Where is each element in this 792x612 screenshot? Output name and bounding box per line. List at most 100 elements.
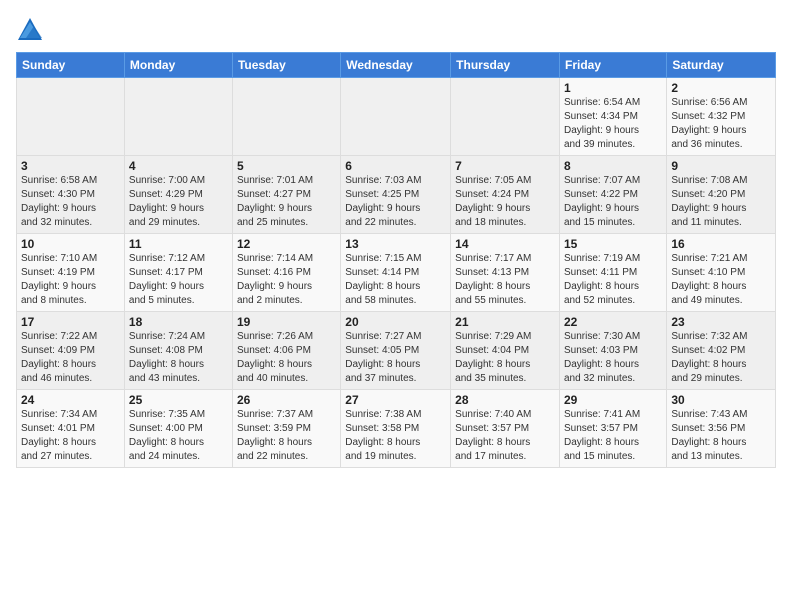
calendar-header-friday: Friday — [560, 53, 667, 78]
day-info: Sunrise: 7:26 AM Sunset: 4:06 PM Dayligh… — [237, 330, 336, 386]
calendar-table: SundayMondayTuesdayWednesdayThursdayFrid… — [16, 52, 776, 468]
day-number: 8 — [564, 159, 662, 173]
day-number: 24 — [21, 393, 120, 407]
calendar-cell: 8Sunrise: 7:07 AM Sunset: 4:22 PM Daylig… — [560, 156, 667, 234]
calendar-cell: 29Sunrise: 7:41 AM Sunset: 3:57 PM Dayli… — [560, 390, 667, 468]
calendar-header-thursday: Thursday — [451, 53, 560, 78]
day-info: Sunrise: 7:05 AM Sunset: 4:24 PM Dayligh… — [455, 174, 555, 230]
calendar-week-row: 10Sunrise: 7:10 AM Sunset: 4:19 PM Dayli… — [17, 234, 776, 312]
calendar-week-row: 17Sunrise: 7:22 AM Sunset: 4:09 PM Dayli… — [17, 312, 776, 390]
day-info: Sunrise: 7:30 AM Sunset: 4:03 PM Dayligh… — [564, 330, 662, 386]
day-info: Sunrise: 7:24 AM Sunset: 4:08 PM Dayligh… — [129, 330, 228, 386]
day-number: 10 — [21, 237, 120, 251]
day-number: 23 — [671, 315, 771, 329]
calendar-cell: 13Sunrise: 7:15 AM Sunset: 4:14 PM Dayli… — [341, 234, 451, 312]
calendar-cell: 22Sunrise: 7:30 AM Sunset: 4:03 PM Dayli… — [560, 312, 667, 390]
calendar-cell: 18Sunrise: 7:24 AM Sunset: 4:08 PM Dayli… — [124, 312, 232, 390]
day-info: Sunrise: 7:35 AM Sunset: 4:00 PM Dayligh… — [129, 408, 228, 464]
calendar-cell: 11Sunrise: 7:12 AM Sunset: 4:17 PM Dayli… — [124, 234, 232, 312]
calendar-cell — [341, 78, 451, 156]
calendar-cell — [451, 78, 560, 156]
day-number: 3 — [21, 159, 120, 173]
day-info: Sunrise: 7:17 AM Sunset: 4:13 PM Dayligh… — [455, 252, 555, 308]
calendar-cell: 7Sunrise: 7:05 AM Sunset: 4:24 PM Daylig… — [451, 156, 560, 234]
day-info: Sunrise: 7:27 AM Sunset: 4:05 PM Dayligh… — [345, 330, 446, 386]
day-number: 22 — [564, 315, 662, 329]
calendar-cell: 28Sunrise: 7:40 AM Sunset: 3:57 PM Dayli… — [451, 390, 560, 468]
calendar-header-saturday: Saturday — [667, 53, 776, 78]
day-info: Sunrise: 7:19 AM Sunset: 4:11 PM Dayligh… — [564, 252, 662, 308]
calendar-cell: 20Sunrise: 7:27 AM Sunset: 4:05 PM Dayli… — [341, 312, 451, 390]
day-info: Sunrise: 6:54 AM Sunset: 4:34 PM Dayligh… — [564, 96, 662, 152]
calendar-cell: 25Sunrise: 7:35 AM Sunset: 4:00 PM Dayli… — [124, 390, 232, 468]
day-number: 16 — [671, 237, 771, 251]
calendar-header-sunday: Sunday — [17, 53, 125, 78]
calendar-cell: 12Sunrise: 7:14 AM Sunset: 4:16 PM Dayli… — [232, 234, 340, 312]
calendar-cell — [232, 78, 340, 156]
day-number: 12 — [237, 237, 336, 251]
calendar-header-tuesday: Tuesday — [232, 53, 340, 78]
day-info: Sunrise: 7:41 AM Sunset: 3:57 PM Dayligh… — [564, 408, 662, 464]
day-number: 2 — [671, 81, 771, 95]
day-info: Sunrise: 7:21 AM Sunset: 4:10 PM Dayligh… — [671, 252, 771, 308]
calendar-header-wednesday: Wednesday — [341, 53, 451, 78]
calendar-cell: 14Sunrise: 7:17 AM Sunset: 4:13 PM Dayli… — [451, 234, 560, 312]
calendar-cell: 30Sunrise: 7:43 AM Sunset: 3:56 PM Dayli… — [667, 390, 776, 468]
day-info: Sunrise: 7:12 AM Sunset: 4:17 PM Dayligh… — [129, 252, 228, 308]
calendar-cell: 9Sunrise: 7:08 AM Sunset: 4:20 PM Daylig… — [667, 156, 776, 234]
day-number: 14 — [455, 237, 555, 251]
day-info: Sunrise: 7:32 AM Sunset: 4:02 PM Dayligh… — [671, 330, 771, 386]
day-number: 1 — [564, 81, 662, 95]
calendar-cell: 1Sunrise: 6:54 AM Sunset: 4:34 PM Daylig… — [560, 78, 667, 156]
day-info: Sunrise: 7:10 AM Sunset: 4:19 PM Dayligh… — [21, 252, 120, 308]
page: SundayMondayTuesdayWednesdayThursdayFrid… — [0, 0, 792, 612]
calendar-week-row: 1Sunrise: 6:54 AM Sunset: 4:34 PM Daylig… — [17, 78, 776, 156]
day-number: 26 — [237, 393, 336, 407]
logo-icon — [16, 16, 44, 44]
day-number: 21 — [455, 315, 555, 329]
calendar-cell: 6Sunrise: 7:03 AM Sunset: 4:25 PM Daylig… — [341, 156, 451, 234]
day-info: Sunrise: 7:03 AM Sunset: 4:25 PM Dayligh… — [345, 174, 446, 230]
calendar-cell: 27Sunrise: 7:38 AM Sunset: 3:58 PM Dayli… — [341, 390, 451, 468]
calendar-cell: 24Sunrise: 7:34 AM Sunset: 4:01 PM Dayli… — [17, 390, 125, 468]
day-info: Sunrise: 7:43 AM Sunset: 3:56 PM Dayligh… — [671, 408, 771, 464]
day-info: Sunrise: 7:00 AM Sunset: 4:29 PM Dayligh… — [129, 174, 228, 230]
day-info: Sunrise: 6:58 AM Sunset: 4:30 PM Dayligh… — [21, 174, 120, 230]
day-number: 6 — [345, 159, 446, 173]
calendar-cell: 19Sunrise: 7:26 AM Sunset: 4:06 PM Dayli… — [232, 312, 340, 390]
day-number: 28 — [455, 393, 555, 407]
day-info: Sunrise: 7:14 AM Sunset: 4:16 PM Dayligh… — [237, 252, 336, 308]
calendar-cell: 15Sunrise: 7:19 AM Sunset: 4:11 PM Dayli… — [560, 234, 667, 312]
day-info: Sunrise: 7:40 AM Sunset: 3:57 PM Dayligh… — [455, 408, 555, 464]
calendar-cell: 3Sunrise: 6:58 AM Sunset: 4:30 PM Daylig… — [17, 156, 125, 234]
day-info: Sunrise: 7:01 AM Sunset: 4:27 PM Dayligh… — [237, 174, 336, 230]
day-info: Sunrise: 6:56 AM Sunset: 4:32 PM Dayligh… — [671, 96, 771, 152]
day-number: 29 — [564, 393, 662, 407]
day-number: 19 — [237, 315, 336, 329]
calendar-cell: 23Sunrise: 7:32 AM Sunset: 4:02 PM Dayli… — [667, 312, 776, 390]
day-number: 15 — [564, 237, 662, 251]
day-info: Sunrise: 7:38 AM Sunset: 3:58 PM Dayligh… — [345, 408, 446, 464]
day-number: 13 — [345, 237, 446, 251]
calendar-cell: 21Sunrise: 7:29 AM Sunset: 4:04 PM Dayli… — [451, 312, 560, 390]
calendar-cell — [124, 78, 232, 156]
calendar-cell: 5Sunrise: 7:01 AM Sunset: 4:27 PM Daylig… — [232, 156, 340, 234]
calendar-cell: 16Sunrise: 7:21 AM Sunset: 4:10 PM Dayli… — [667, 234, 776, 312]
calendar-week-row: 24Sunrise: 7:34 AM Sunset: 4:01 PM Dayli… — [17, 390, 776, 468]
logo — [16, 16, 48, 44]
day-info: Sunrise: 7:34 AM Sunset: 4:01 PM Dayligh… — [21, 408, 120, 464]
day-info: Sunrise: 7:15 AM Sunset: 4:14 PM Dayligh… — [345, 252, 446, 308]
calendar-cell: 2Sunrise: 6:56 AM Sunset: 4:32 PM Daylig… — [667, 78, 776, 156]
calendar-header-monday: Monday — [124, 53, 232, 78]
day-number: 11 — [129, 237, 228, 251]
day-number: 4 — [129, 159, 228, 173]
calendar-cell: 10Sunrise: 7:10 AM Sunset: 4:19 PM Dayli… — [17, 234, 125, 312]
calendar-cell — [17, 78, 125, 156]
day-number: 20 — [345, 315, 446, 329]
day-number: 18 — [129, 315, 228, 329]
calendar-cell: 4Sunrise: 7:00 AM Sunset: 4:29 PM Daylig… — [124, 156, 232, 234]
header — [16, 12, 776, 44]
calendar-cell: 26Sunrise: 7:37 AM Sunset: 3:59 PM Dayli… — [232, 390, 340, 468]
day-number: 25 — [129, 393, 228, 407]
day-info: Sunrise: 7:29 AM Sunset: 4:04 PM Dayligh… — [455, 330, 555, 386]
